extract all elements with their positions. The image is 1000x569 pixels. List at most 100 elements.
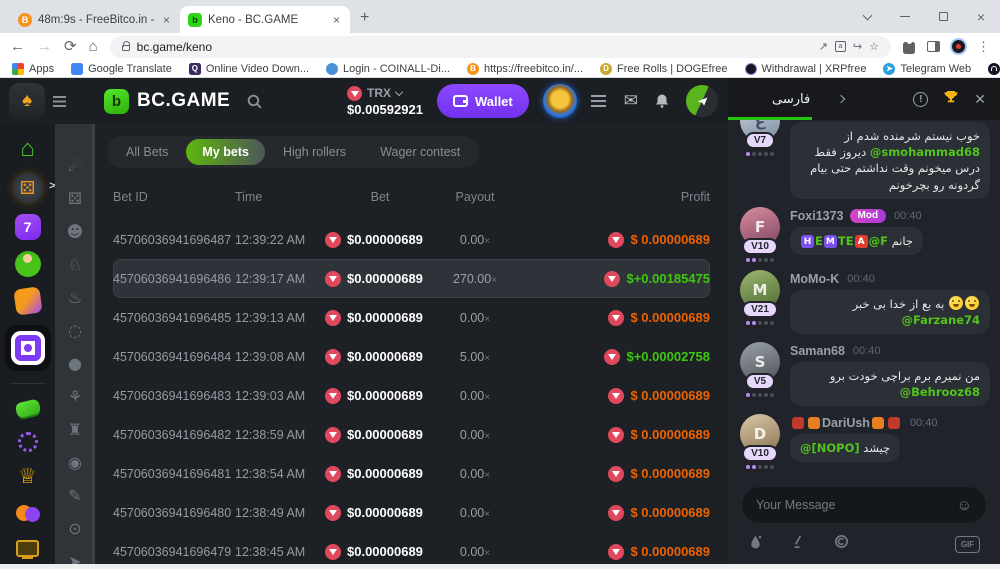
chat-language-tab[interactable]: فارسی bbox=[772, 92, 810, 107]
new-tab-button[interactable]: + bbox=[360, 9, 369, 27]
forward-icon[interactable]: → bbox=[37, 39, 52, 54]
bet-row[interactable]: 4570603694169648012:38:49 AM$0.000006890… bbox=[113, 493, 710, 532]
chat-slash-command-icon[interactable] bbox=[791, 534, 806, 554]
game-category-icon-pencil[interactable]: ✎ bbox=[65, 486, 85, 505]
trophy-icon[interactable] bbox=[943, 89, 959, 110]
game-category-icon-knight[interactable]: ♘ bbox=[65, 255, 85, 274]
sidebar-item-home[interactable] bbox=[15, 136, 41, 162]
bet-row[interactable]: 4570603694169648612:39:17 AM$0.000006892… bbox=[113, 259, 710, 298]
bookmark-item[interactable]: Withdrawal | XRPfree bbox=[745, 63, 867, 75]
chat-mention[interactable]: E bbox=[815, 234, 823, 248]
bet-row[interactable]: 4570603694169648112:38:54 AM$0.000006890… bbox=[113, 454, 710, 493]
bookmark-item[interactable]: Speedtest by Ookla... bbox=[988, 63, 1000, 75]
user-avatar[interactable] bbox=[543, 84, 577, 118]
address-bar[interactable]: bc.game/keno ↗ a ↪ ☆ bbox=[110, 36, 891, 58]
sidebar-item-lottery[interactable] bbox=[13, 286, 42, 315]
sidebar-item-dice[interactable] bbox=[13, 173, 43, 203]
game-category-icon-orb[interactable]: ◉ bbox=[65, 453, 85, 472]
url-text[interactable]: bc.game/keno bbox=[137, 40, 212, 54]
back-icon[interactable]: ← bbox=[10, 39, 25, 54]
tab-search-icon[interactable] bbox=[848, 0, 886, 33]
gif-picker-icon[interactable]: GIF bbox=[955, 536, 980, 553]
bets-tab-all-bets[interactable]: All Bets bbox=[110, 139, 184, 165]
chat-username[interactable]: Saman68 bbox=[790, 344, 845, 358]
chat-mention[interactable]: @F bbox=[869, 234, 888, 248]
chat-mention[interactable]: TE bbox=[838, 234, 854, 248]
chat-username[interactable]: MoMo-K bbox=[790, 272, 839, 286]
emoji-smiley-icon[interactable]: ☺ bbox=[957, 497, 972, 514]
chat-rules-info-icon[interactable]: ! bbox=[913, 92, 928, 107]
game-category-icon-pearl[interactable]: ● bbox=[65, 354, 85, 373]
browser-menu-icon[interactable]: ⋮ bbox=[977, 39, 990, 55]
reload-icon[interactable]: ⟳ bbox=[64, 39, 77, 54]
chat-toggle-icon[interactable] bbox=[686, 85, 718, 117]
sidebar-item-party[interactable] bbox=[15, 500, 41, 526]
game-category-icon-tower[interactable]: ♜ bbox=[65, 420, 85, 439]
lock-icon[interactable] bbox=[122, 45, 130, 51]
game-category-icon-ring[interactable]: ◌ bbox=[65, 321, 85, 340]
sidebar-item-affiliate[interactable] bbox=[15, 537, 41, 563]
bet-row[interactable]: 4570603694169648312:39:03 AM$0.000006890… bbox=[113, 376, 710, 415]
bet-row[interactable]: 4570603694169648212:38:59 AM$0.000006890… bbox=[113, 415, 710, 454]
chat-username[interactable]: DariUsh bbox=[822, 416, 870, 430]
wallet-button[interactable]: Wallet bbox=[437, 84, 529, 118]
game-category-icon-monkey[interactable]: ☻ bbox=[65, 222, 85, 241]
bets-tab-wager-contest[interactable]: Wager contest bbox=[364, 139, 476, 165]
bet-row[interactable]: 4570603694169648412:39:08 AM$0.000006895… bbox=[113, 337, 710, 376]
sidebar-item-keno-active[interactable] bbox=[5, 325, 51, 371]
tab-close-icon[interactable]: × bbox=[331, 13, 342, 27]
sidebar-item-vip[interactable] bbox=[15, 463, 41, 489]
game-category-icon-timer[interactable]: ⊙ bbox=[65, 519, 85, 538]
chat-username[interactable]: Foxi1373 bbox=[790, 209, 844, 223]
chat-tip-coin-icon[interactable] bbox=[834, 534, 849, 554]
game-category-icon-flower[interactable]: ⚘ bbox=[65, 387, 85, 406]
account-menu-icon[interactable] bbox=[591, 95, 606, 97]
open-in-new-icon[interactable]: ↗ bbox=[819, 40, 828, 53]
sidebar-toggle-icon[interactable] bbox=[53, 96, 66, 98]
chat-rain-icon[interactable] bbox=[748, 534, 763, 554]
currency-selector[interactable]: TRX $0.00592921 bbox=[347, 86, 423, 117]
bet-row[interactable]: 4570603694169648712:39:22 AM$0.000006890… bbox=[113, 220, 710, 259]
extension-icon[interactable] bbox=[952, 40, 965, 53]
bookmark-item[interactable]: ➤Telegram Web bbox=[883, 63, 971, 75]
bets-tab-high-rollers[interactable]: High rollers bbox=[267, 139, 362, 165]
browser-tab[interactable]: bKeno - BC.GAME× bbox=[180, 6, 350, 33]
extensions-puzzle-icon[interactable] bbox=[903, 42, 915, 54]
chevron-right-icon[interactable] bbox=[837, 95, 845, 103]
browser-tab[interactable]: B48m:9s - FreeBitco.in - Win free× bbox=[10, 6, 180, 33]
bookmark-item[interactable]: Bhttps://freebitco.in/... bbox=[467, 63, 583, 75]
chat-mention[interactable]: @smohammad68 bbox=[870, 145, 980, 159]
game-category-icon-comet[interactable]: ☄ bbox=[65, 156, 85, 175]
sidebar-item-sports[interactable] bbox=[18, 432, 38, 452]
search-icon[interactable] bbox=[246, 93, 263, 110]
translate-icon[interactable]: a bbox=[835, 41, 846, 52]
casino-spade-icon[interactable]: ♠ bbox=[9, 83, 45, 119]
mail-icon[interactable]: ✉ bbox=[624, 91, 638, 111]
bookmark-item[interactable]: Apps bbox=[12, 63, 54, 75]
chat-close-icon[interactable]: ✕ bbox=[974, 91, 986, 108]
game-category-icon-dart[interactable]: ➤ bbox=[65, 552, 85, 564]
bookmark-item[interactable]: DFree Rolls | DOGEfree bbox=[600, 63, 727, 75]
share-icon[interactable]: ↪ bbox=[853, 40, 862, 53]
bookmark-item[interactable]: QOnline Video Down... bbox=[189, 63, 309, 75]
close-window-button[interactable]: × bbox=[962, 0, 1000, 33]
bets-tab-my-bets[interactable]: My bets bbox=[186, 139, 265, 165]
bookmark-item[interactable]: Google Translate bbox=[71, 63, 172, 75]
chat-message-input[interactable]: Your Message ☺ bbox=[742, 487, 986, 523]
side-panel-icon[interactable] bbox=[927, 41, 940, 52]
chat-mention[interactable]: @Farzane74 bbox=[901, 313, 980, 327]
home-icon[interactable]: ⌂ bbox=[89, 39, 98, 54]
sidebar-item-ticket[interactable] bbox=[14, 398, 41, 418]
bet-row[interactable]: 4570603694169648512:39:13 AM$0.000006890… bbox=[113, 298, 710, 337]
sidebar-item-crash[interactable] bbox=[15, 251, 41, 277]
bet-row[interactable]: 4570603694169647912:38:45 AM$0.000006890… bbox=[113, 532, 710, 564]
game-category-icon-plinko[interactable]: ⚄ bbox=[65, 189, 85, 208]
chat-mention[interactable]: @[NOPO] bbox=[800, 441, 860, 455]
bcgame-logo[interactable]: b BC.GAME bbox=[104, 89, 230, 114]
bookmark-star-icon[interactable]: ☆ bbox=[869, 40, 879, 53]
game-category-icon-spring[interactable]: ♨ bbox=[65, 288, 85, 307]
sidebar-item-slots[interactable] bbox=[15, 214, 41, 240]
minimize-button[interactable] bbox=[886, 0, 924, 33]
notifications-bell-icon[interactable] bbox=[654, 93, 670, 109]
tab-close-icon[interactable]: × bbox=[161, 13, 172, 27]
